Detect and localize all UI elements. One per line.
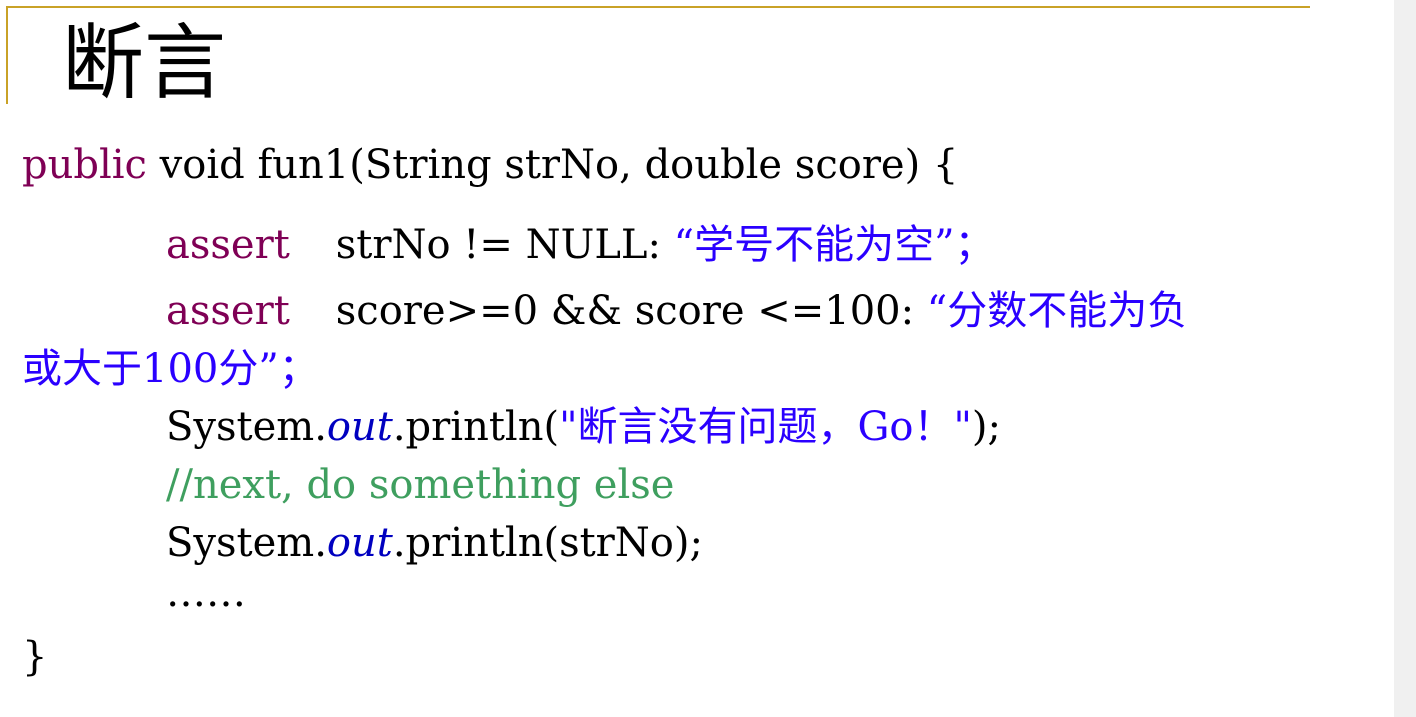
code-line-println-strno: System.out.println(strNo);	[166, 517, 703, 569]
code-line-assert-score: assert score>=0 && score <=100: “分数不能为负	[166, 285, 1187, 337]
code-line-assert-strno: assert strNo != NULL: “学号不能为空”；	[166, 219, 995, 271]
code-line-ellipsis: ……	[166, 567, 246, 619]
code-line-println-ok: System.out.println("断言没有问题，Go！");	[166, 401, 1001, 453]
keyword-assert: assert	[166, 288, 290, 334]
println-close: );	[971, 404, 1002, 450]
out-field: out	[326, 520, 393, 566]
assert-message: “分数不能为负	[926, 288, 1188, 334]
assert-condition: score>=0 && score <=100:	[335, 288, 927, 334]
keyword-public: public	[22, 142, 147, 188]
system-class: System.	[166, 404, 327, 450]
println-string: "断言没有问题，Go！"	[559, 404, 972, 450]
code-line-assert-score-wrap: 或大于100分”；	[22, 343, 319, 395]
slide: 断言 public void fun1(String strNo, double…	[0, 0, 1416, 717]
out-field: out	[326, 404, 393, 450]
code-line-method-signature: public void fun1(String strNo, double sc…	[22, 139, 958, 191]
title-side-rule	[6, 6, 8, 104]
title-top-rule	[6, 6, 1310, 8]
assert-message: “学号不能为空”；	[673, 222, 995, 268]
code-line-closing-brace: }	[22, 631, 47, 683]
code-line-comment: //next, do something else	[166, 459, 674, 511]
assert-message-continued: 或大于100分”；	[22, 346, 319, 392]
side-strip	[1394, 0, 1416, 717]
keyword-assert: assert	[166, 222, 290, 268]
println-call: .println(	[392, 404, 560, 450]
method-signature-text: void fun1(String strNo, double score) {	[146, 142, 959, 188]
slide-title: 断言	[62, 16, 227, 111]
assert-condition: strNo != NULL:	[335, 222, 674, 268]
system-class: System.	[166, 520, 327, 566]
code-comment: //next, do something else	[166, 462, 675, 508]
closing-brace: }	[22, 634, 48, 680]
println-call: .println(strNo);	[392, 520, 703, 566]
ellipsis: ……	[166, 570, 246, 616]
